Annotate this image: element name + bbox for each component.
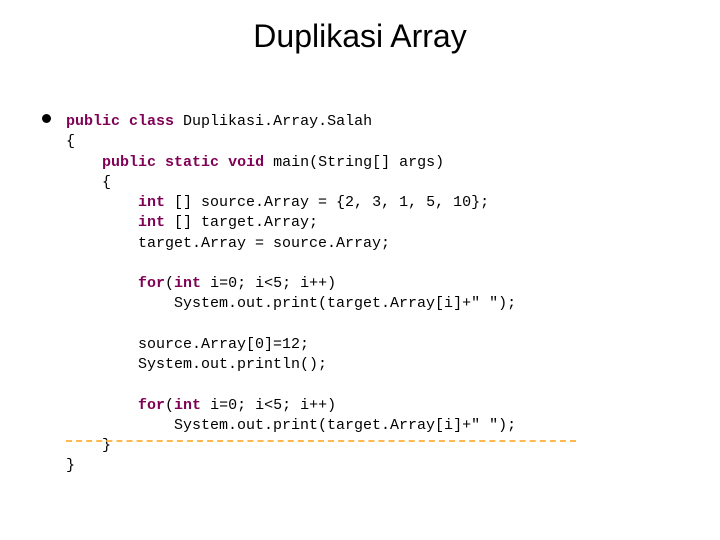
code-text: [] source.Array = {2, 3, 1, 5, 10};: [165, 194, 489, 211]
code-text: [66, 194, 138, 211]
code-text: {: [66, 133, 75, 150]
keyword-class: class: [129, 113, 174, 130]
keyword-int: int: [138, 214, 165, 231]
code-text: [66, 275, 138, 292]
code-text: {: [66, 174, 111, 191]
keyword-static: static: [165, 154, 219, 171]
code-text: [66, 214, 138, 231]
code-text: [120, 113, 129, 130]
keyword-int: int: [174, 275, 201, 292]
slide-title: Duplikasi Array: [0, 0, 720, 55]
keyword-for: for: [138, 275, 165, 292]
code-text: [66, 397, 138, 414]
code-text: System.out.println();: [66, 356, 327, 373]
keyword-public: public: [66, 113, 120, 130]
keyword-for: for: [138, 397, 165, 414]
code-text: System.out.print(target.Array[i]+" ");: [66, 417, 516, 434]
keyword-public: public: [102, 154, 156, 171]
code-text: i=0; i<5; i++): [201, 275, 336, 292]
code-text: System.out.print(target.Array[i]+" ");: [66, 295, 516, 312]
code-block: public class Duplikasi.Array.Salah { pub…: [66, 112, 516, 477]
keyword-int: int: [138, 194, 165, 211]
code-text: [66, 154, 102, 171]
code-text: main(String[] args): [264, 154, 444, 171]
code-text: Duplikasi.Array.Salah: [174, 113, 372, 130]
code-text: source.Array[0]=12;: [66, 336, 309, 353]
bullet-icon: [42, 114, 51, 123]
code-text: (: [165, 397, 174, 414]
code-text: i=0; i<5; i++): [201, 397, 336, 414]
code-text: [219, 154, 228, 171]
code-text: target.Array = source.Array;: [66, 235, 390, 252]
dashed-divider: [66, 440, 576, 442]
code-text: }: [66, 457, 75, 474]
keyword-int: int: [174, 397, 201, 414]
code-text: (: [165, 275, 174, 292]
keyword-void: void: [228, 154, 264, 171]
code-text: [156, 154, 165, 171]
code-text: [] target.Array;: [165, 214, 318, 231]
